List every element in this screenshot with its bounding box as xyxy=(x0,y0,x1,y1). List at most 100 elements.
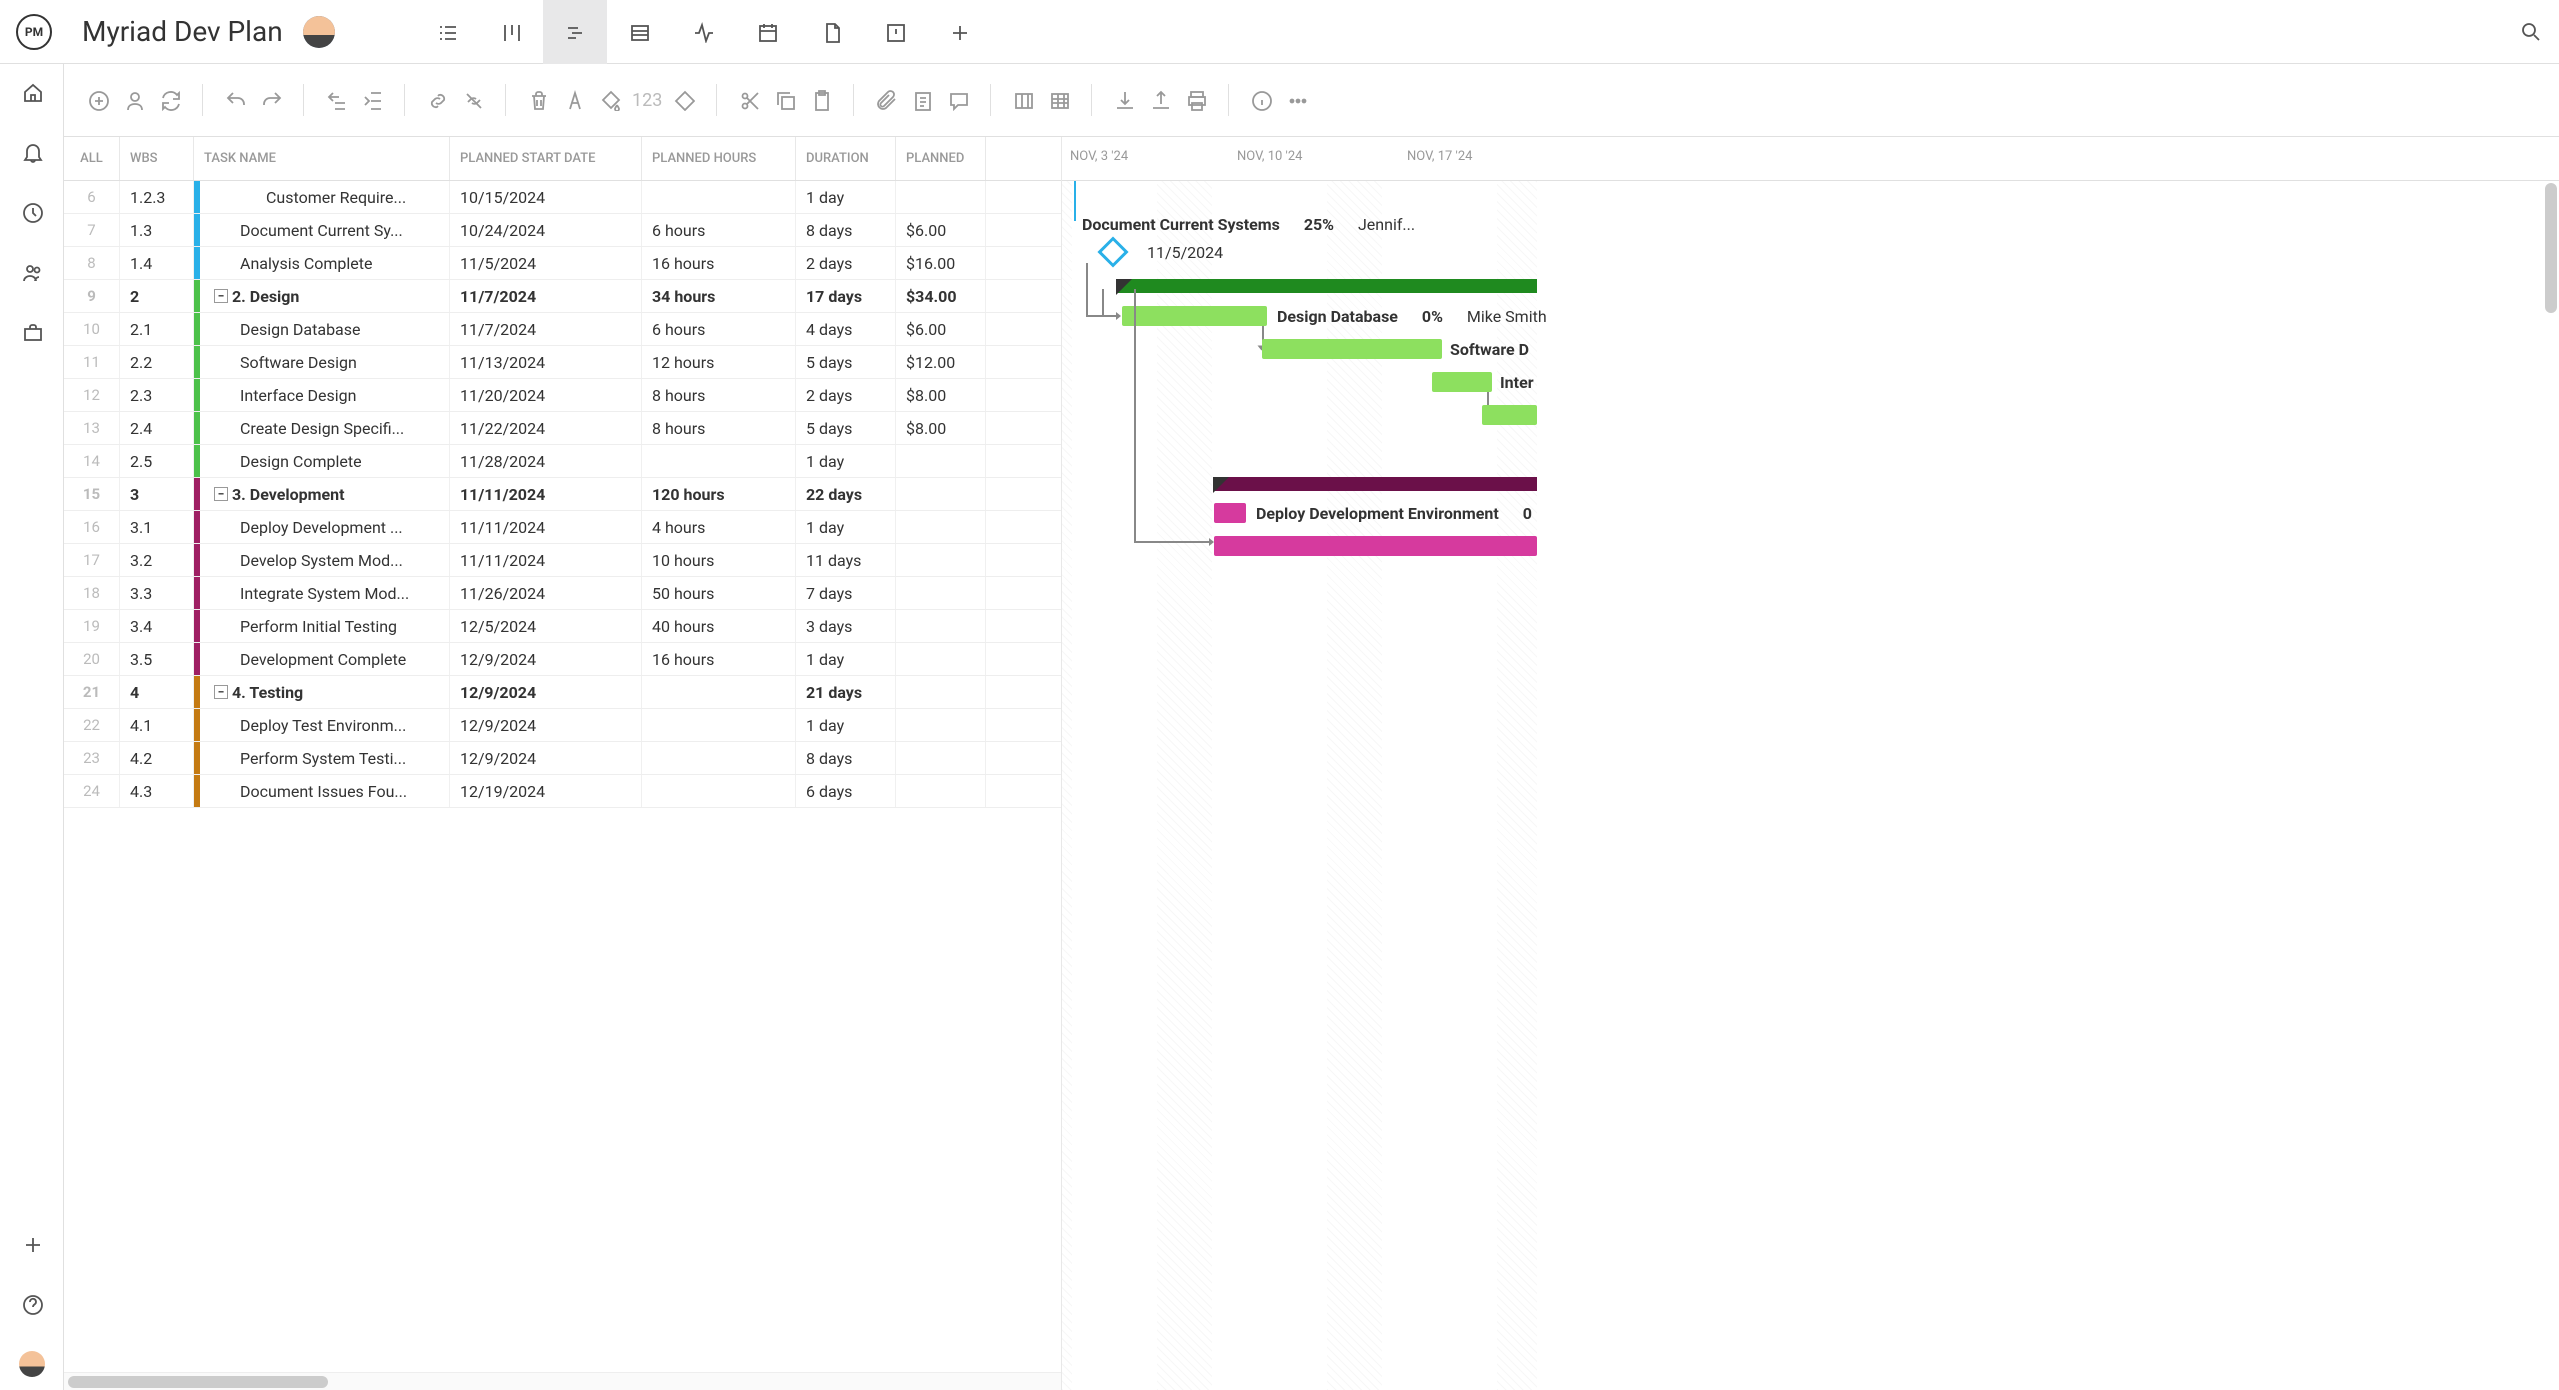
task-row[interactable]: 163.1Deploy Development ...11/11/20244 h… xyxy=(64,511,1061,544)
cell-task[interactable]: Software Design xyxy=(194,346,450,378)
cell-task[interactable]: −4. Testing xyxy=(194,676,450,708)
cell-wbs[interactable]: 1.3 xyxy=(120,214,194,246)
cell-task[interactable]: Customer Require... xyxy=(194,181,450,213)
column-all[interactable]: ALL xyxy=(64,137,120,180)
cell-task[interactable]: Deploy Test Environm... xyxy=(194,709,450,741)
cell-hours[interactable]: 34 hours xyxy=(642,280,796,312)
cell-start[interactable]: 12/9/2024 xyxy=(450,676,642,708)
cell-start[interactable]: 11/11/2024 xyxy=(450,478,642,510)
gantt-chart[interactable]: NOV, 3 '24 NOV, 10 '24 NOV, 17 '24 Docum… xyxy=(1062,137,2559,1390)
cell-start[interactable]: 11/11/2024 xyxy=(450,544,642,576)
cell-wbs[interactable]: 3.1 xyxy=(120,511,194,543)
task-row[interactable]: 173.2Develop System Mod...11/11/202410 h… xyxy=(64,544,1061,577)
task-row[interactable]: 122.3Interface Design11/20/20248 hours2 … xyxy=(64,379,1061,412)
cell-hours[interactable]: 8 hours xyxy=(642,379,796,411)
column-cost[interactable]: PLANNED xyxy=(896,137,986,180)
cell-duration[interactable]: 6 days xyxy=(796,775,896,807)
cell-task[interactable]: Design Database xyxy=(194,313,450,345)
cell-task[interactable]: Deploy Development ... xyxy=(194,511,450,543)
cell-wbs[interactable]: 1.2.3 xyxy=(120,181,194,213)
notifications-button[interactable] xyxy=(18,138,46,166)
gantt-bar-interface-design[interactable] xyxy=(1432,372,1492,392)
cell-task[interactable]: Document Current Sy... xyxy=(194,214,450,246)
task-row[interactable]: 112.2Software Design11/13/202412 hours5 … xyxy=(64,346,1061,379)
cell-wbs[interactable]: 4.3 xyxy=(120,775,194,807)
cell-start[interactable]: 12/9/2024 xyxy=(450,742,642,774)
cell-cost[interactable]: $6.00 xyxy=(896,214,986,246)
cell-start[interactable]: 11/5/2024 xyxy=(450,247,642,279)
gantt-summary-development[interactable] xyxy=(1214,477,1537,491)
cell-cost[interactable] xyxy=(896,445,986,477)
cell-wbs[interactable]: 2.1 xyxy=(120,313,194,345)
cell-hours[interactable]: 8 hours xyxy=(642,412,796,444)
vertical-scrollbar[interactable] xyxy=(2545,183,2557,313)
home-button[interactable] xyxy=(18,78,46,106)
grid-body[interactable]: 61.2.3Customer Require...10/15/20241 day… xyxy=(64,181,1061,1372)
notes-button[interactable] xyxy=(908,86,936,114)
export-button[interactable] xyxy=(1146,86,1174,114)
help-button[interactable] xyxy=(18,1290,46,1318)
assign-button[interactable] xyxy=(120,86,148,114)
paste-button[interactable] xyxy=(807,86,835,114)
column-duration[interactable]: DURATION xyxy=(796,137,896,180)
cell-task[interactable]: Develop System Mod... xyxy=(194,544,450,576)
cell-hours[interactable] xyxy=(642,742,796,774)
info-button[interactable] xyxy=(1247,86,1275,114)
cell-start[interactable]: 11/11/2024 xyxy=(450,511,642,543)
cell-cost[interactable] xyxy=(896,610,986,642)
cell-wbs[interactable]: 2.5 xyxy=(120,445,194,477)
cell-duration[interactable]: 4 days xyxy=(796,313,896,345)
task-row[interactable]: 234.2Perform System Testi...12/9/20248 d… xyxy=(64,742,1061,775)
cell-duration[interactable]: 17 days xyxy=(796,280,896,312)
link-button[interactable] xyxy=(423,86,451,114)
sheet-view-button[interactable] xyxy=(607,0,671,64)
task-row[interactable]: 183.3Integrate System Mod...11/26/202450… xyxy=(64,577,1061,610)
columns-button[interactable] xyxy=(1009,86,1037,114)
cell-start[interactable]: 11/20/2024 xyxy=(450,379,642,411)
cell-hours[interactable]: 120 hours xyxy=(642,478,796,510)
gantt-bar-develop-modules[interactable] xyxy=(1214,536,1537,556)
cell-start[interactable]: 10/24/2024 xyxy=(450,214,642,246)
cell-wbs[interactable]: 2.2 xyxy=(120,346,194,378)
cell-wbs[interactable]: 4.1 xyxy=(120,709,194,741)
cell-task[interactable]: Document Issues Fou... xyxy=(194,775,450,807)
cell-wbs[interactable]: 3.3 xyxy=(120,577,194,609)
cell-hours[interactable] xyxy=(642,445,796,477)
cell-start[interactable]: 11/7/2024 xyxy=(450,280,642,312)
add-button[interactable] xyxy=(18,1230,46,1258)
cell-hours[interactable]: 16 hours xyxy=(642,247,796,279)
cell-duration[interactable]: 2 days xyxy=(796,379,896,411)
cell-duration[interactable]: 5 days xyxy=(796,346,896,378)
cell-wbs[interactable]: 3.5 xyxy=(120,643,194,675)
collapse-button[interactable]: − xyxy=(214,289,228,303)
risk-view-button[interactable] xyxy=(863,0,927,64)
cell-cost[interactable]: $16.00 xyxy=(896,247,986,279)
outdent-button[interactable] xyxy=(322,86,350,114)
task-row[interactable]: 92−2. Design11/7/202434 hours17 days$34.… xyxy=(64,280,1061,313)
recent-button[interactable] xyxy=(18,198,46,226)
cell-duration[interactable]: 5 days xyxy=(796,412,896,444)
cell-task[interactable]: Integrate System Mod... xyxy=(194,577,450,609)
print-button[interactable] xyxy=(1182,86,1210,114)
cell-cost[interactable] xyxy=(896,181,986,213)
cell-duration[interactable]: 7 days xyxy=(796,577,896,609)
cell-cost[interactable] xyxy=(896,742,986,774)
cell-start[interactable]: 10/15/2024 xyxy=(450,181,642,213)
cell-start[interactable]: 11/13/2024 xyxy=(450,346,642,378)
cell-cost[interactable] xyxy=(896,577,986,609)
cell-wbs[interactable]: 1.4 xyxy=(120,247,194,279)
gantt-milestone[interactable] xyxy=(1097,236,1128,267)
collapse-button[interactable]: − xyxy=(214,685,228,699)
cell-hours[interactable]: 40 hours xyxy=(642,610,796,642)
cell-cost[interactable] xyxy=(896,676,986,708)
cell-task[interactable]: Perform Initial Testing xyxy=(194,610,450,642)
task-row[interactable]: 71.3Document Current Sy...10/24/20246 ho… xyxy=(64,214,1061,247)
cell-duration[interactable]: 1 day xyxy=(796,445,896,477)
cell-cost[interactable]: $34.00 xyxy=(896,280,986,312)
cell-duration[interactable]: 1 day xyxy=(796,511,896,543)
user-avatar[interactable] xyxy=(18,1350,46,1378)
task-row[interactable]: 193.4Perform Initial Testing12/5/202440 … xyxy=(64,610,1061,643)
cell-wbs[interactable]: 2.4 xyxy=(120,412,194,444)
cut-button[interactable] xyxy=(735,86,763,114)
gantt-bar-design-database[interactable] xyxy=(1122,306,1267,326)
